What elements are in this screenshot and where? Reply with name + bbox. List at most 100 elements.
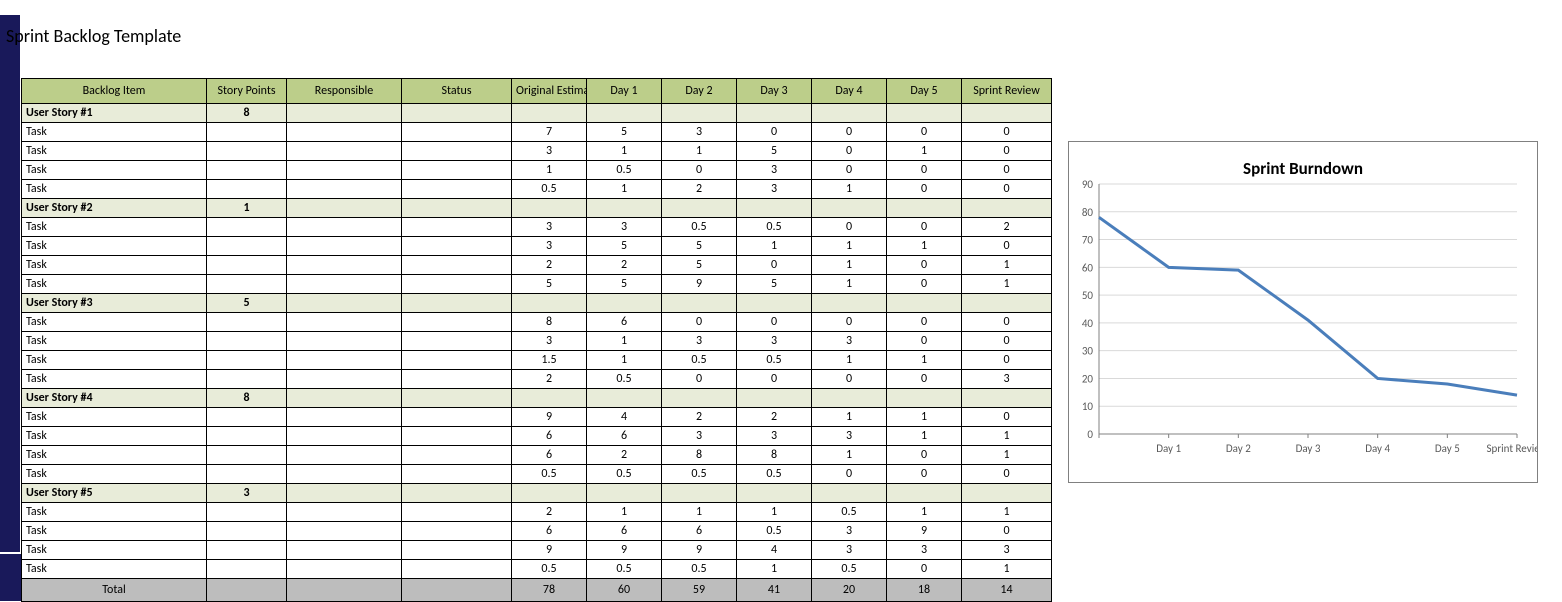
- cell[interactable]: [287, 465, 402, 484]
- cell[interactable]: [287, 408, 402, 427]
- cell[interactable]: 3: [512, 332, 587, 351]
- cell[interactable]: 9: [512, 408, 587, 427]
- cell[interactable]: [287, 294, 402, 313]
- cell[interactable]: [662, 104, 737, 123]
- cell[interactable]: 14: [962, 579, 1052, 602]
- cell[interactable]: 1: [887, 237, 962, 256]
- cell[interactable]: [207, 560, 287, 579]
- cell[interactable]: 9: [587, 541, 662, 560]
- cell[interactable]: 0: [737, 256, 812, 275]
- cell[interactable]: 3: [662, 123, 737, 142]
- cell[interactable]: 0.5: [587, 370, 662, 389]
- cell[interactable]: Task: [22, 218, 207, 237]
- cell[interactable]: 1: [887, 351, 962, 370]
- cell[interactable]: 0.5: [587, 465, 662, 484]
- cell[interactable]: [587, 104, 662, 123]
- cell[interactable]: [207, 446, 287, 465]
- cell[interactable]: [887, 104, 962, 123]
- cell[interactable]: [207, 370, 287, 389]
- cell[interactable]: 1: [887, 503, 962, 522]
- cell[interactable]: 6: [587, 313, 662, 332]
- cell[interactable]: [887, 484, 962, 503]
- cell[interactable]: 2: [587, 446, 662, 465]
- cell[interactable]: Task: [22, 180, 207, 199]
- cell[interactable]: 3: [737, 427, 812, 446]
- cell[interactable]: [402, 503, 512, 522]
- cell[interactable]: [962, 104, 1052, 123]
- col-day1[interactable]: Day 1: [587, 79, 662, 104]
- cell[interactable]: 1: [812, 446, 887, 465]
- cell[interactable]: 9: [887, 522, 962, 541]
- cell[interactable]: [207, 541, 287, 560]
- cell[interactable]: [402, 465, 512, 484]
- cell[interactable]: 3: [962, 370, 1052, 389]
- cell[interactable]: 7: [512, 123, 587, 142]
- col-estimate[interactable]: Original Estimate: [512, 79, 587, 104]
- cell[interactable]: Task: [22, 275, 207, 294]
- cell[interactable]: [287, 484, 402, 503]
- cell[interactable]: [207, 256, 287, 275]
- cell[interactable]: 1: [812, 256, 887, 275]
- cell[interactable]: Task: [22, 370, 207, 389]
- cell[interactable]: [512, 104, 587, 123]
- cell[interactable]: 0.5: [812, 560, 887, 579]
- cell[interactable]: 0: [887, 313, 962, 332]
- cell[interactable]: 3: [662, 427, 737, 446]
- cell[interactable]: 0: [962, 123, 1052, 142]
- cell[interactable]: [887, 294, 962, 313]
- cell[interactable]: [207, 427, 287, 446]
- cell[interactable]: 0: [962, 522, 1052, 541]
- cell[interactable]: [207, 161, 287, 180]
- cell[interactable]: Task: [22, 313, 207, 332]
- cell[interactable]: 0: [887, 123, 962, 142]
- cell[interactable]: 0: [887, 275, 962, 294]
- cell[interactable]: 0: [662, 370, 737, 389]
- cell[interactable]: 3: [812, 522, 887, 541]
- cell[interactable]: 2: [662, 408, 737, 427]
- cell[interactable]: [587, 294, 662, 313]
- cell[interactable]: 60: [587, 579, 662, 602]
- cell[interactable]: 3: [812, 541, 887, 560]
- cell[interactable]: [207, 275, 287, 294]
- cell[interactable]: [812, 389, 887, 408]
- cell[interactable]: [402, 313, 512, 332]
- cell[interactable]: 0: [887, 465, 962, 484]
- cell[interactable]: 0.5: [737, 351, 812, 370]
- cell[interactable]: [287, 351, 402, 370]
- cell[interactable]: 0.5: [812, 503, 887, 522]
- cell[interactable]: [402, 104, 512, 123]
- cell[interactable]: [287, 579, 402, 602]
- col-responsible[interactable]: Responsible: [287, 79, 402, 104]
- cell[interactable]: 6: [587, 427, 662, 446]
- cell[interactable]: 0: [737, 370, 812, 389]
- cell[interactable]: 5: [512, 275, 587, 294]
- cell[interactable]: [287, 560, 402, 579]
- cell[interactable]: 0.5: [512, 180, 587, 199]
- cell[interactable]: User Story #3: [22, 294, 207, 313]
- cell[interactable]: 9: [662, 275, 737, 294]
- cell[interactable]: 1: [887, 408, 962, 427]
- cell[interactable]: 1: [962, 446, 1052, 465]
- cell[interactable]: 0.5: [737, 218, 812, 237]
- col-points[interactable]: Story Points: [207, 79, 287, 104]
- cell[interactable]: [737, 104, 812, 123]
- cell[interactable]: [402, 142, 512, 161]
- cell[interactable]: 0: [662, 313, 737, 332]
- cell[interactable]: [287, 237, 402, 256]
- cell[interactable]: 0: [962, 465, 1052, 484]
- cell[interactable]: 1: [587, 180, 662, 199]
- cell[interactable]: [287, 218, 402, 237]
- cell[interactable]: [287, 503, 402, 522]
- cell[interactable]: 41: [737, 579, 812, 602]
- cell[interactable]: 3: [737, 161, 812, 180]
- cell[interactable]: 0: [962, 142, 1052, 161]
- cell[interactable]: [207, 313, 287, 332]
- cell[interactable]: User Story #4: [22, 389, 207, 408]
- cell[interactable]: 0: [887, 332, 962, 351]
- cell[interactable]: [662, 484, 737, 503]
- cell[interactable]: Task: [22, 541, 207, 560]
- cell[interactable]: 0: [812, 142, 887, 161]
- cell[interactable]: 5: [587, 275, 662, 294]
- cell[interactable]: [287, 332, 402, 351]
- cell[interactable]: [402, 218, 512, 237]
